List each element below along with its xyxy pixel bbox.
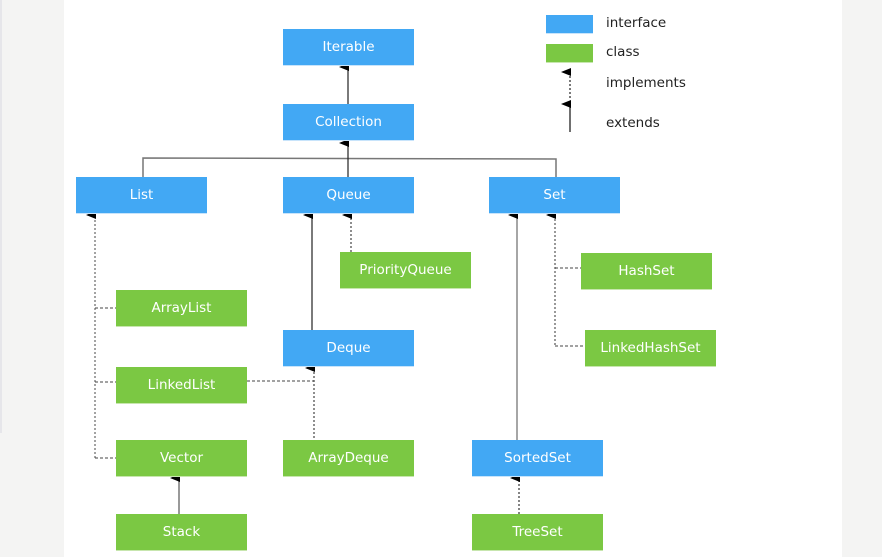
node-linkedhashset: LinkedHashSet (585, 330, 716, 367)
node-deque: Deque (283, 330, 414, 367)
node-collection: Collection (283, 104, 414, 141)
node-list: List (76, 177, 207, 214)
legend-class-swatch (546, 44, 593, 63)
node-linkedlist: LinkedList (116, 367, 247, 404)
node-vector: Vector (116, 440, 247, 477)
node-arraydeque: ArrayDeque (283, 440, 414, 477)
legend-extends-label: extends (606, 115, 660, 131)
node-stack: Stack (116, 514, 247, 551)
node-treeset: TreeSet (472, 514, 603, 551)
legend-interface-swatch (546, 15, 593, 34)
node-sortedset: SortedSet (472, 440, 603, 477)
legend-interface-label: interface (606, 15, 667, 31)
node-iterable: Iterable (283, 29, 414, 66)
legend-class-label: class (606, 44, 640, 60)
node-hashset: HashSet (581, 253, 712, 290)
legend-implements-label: implements (606, 75, 686, 91)
node-set: Set (489, 177, 620, 214)
edge-bus-collection (142, 157, 557, 177)
node-arraylist: ArrayList (116, 290, 247, 327)
node-queue: Queue (283, 177, 414, 214)
node-priorityqueue: PriorityQueue (340, 252, 471, 289)
